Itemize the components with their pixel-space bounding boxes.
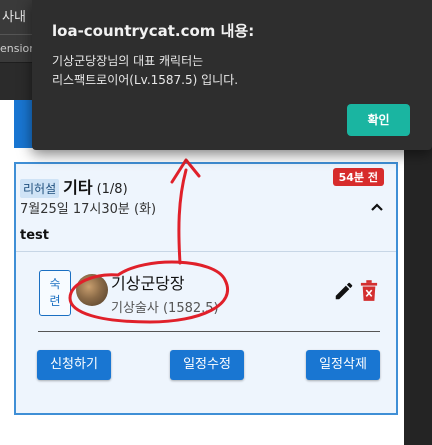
- divider: [16, 251, 396, 252]
- edit-schedule-button[interactable]: 일정수정: [170, 350, 244, 380]
- chevron-up-icon[interactable]: [370, 200, 384, 214]
- extension-label[interactable]: ension: [0, 42, 36, 55]
- member-class-level: 기상술사 (1582.5): [111, 301, 219, 316]
- alert-dialog: loa-countrycat.com 내용: 기상군당장님의 대표 캐릭터는 리…: [32, 0, 432, 150]
- apply-button[interactable]: 신청하기: [37, 350, 111, 380]
- participant-count: (1/8): [96, 182, 128, 197]
- dialog-message: 기상군당장님의 대표 캐릭터는 리스팩트로이어(Lv.1587.5) 입니다.: [52, 52, 238, 90]
- schedule-description: test: [20, 228, 49, 243]
- pencil-icon[interactable]: [333, 280, 355, 302]
- member-row: 숙련 기상군당장 기상술사 (1582.5): [36, 270, 381, 322]
- avatar: [76, 274, 108, 306]
- browser-tab[interactable]: 사내: [2, 6, 26, 25]
- role-badge: 숙련: [39, 270, 71, 316]
- member-divider: [38, 331, 380, 332]
- role-label: 숙련: [49, 277, 61, 308]
- schedule-card: 리허설 기타 (1/8) 54분 전 7월25일 17시30분 (화) test…: [14, 162, 398, 415]
- schedule-date: 7월25일 17시30분 (화): [20, 202, 157, 217]
- card-header: 리허설 기타 (1/8): [20, 174, 128, 198]
- dialog-message-line-1: 기상군당장님의 대표 캐릭터는: [52, 54, 204, 68]
- ok-button[interactable]: 확인: [347, 104, 410, 136]
- time-badge: 54분 전: [332, 168, 384, 186]
- delete-schedule-button[interactable]: 일정삭제: [306, 350, 380, 380]
- trash-icon[interactable]: [360, 280, 378, 302]
- dialog-title: loa-countrycat.com 내용:: [52, 22, 255, 40]
- card-title: 기타: [63, 178, 93, 197]
- category-tag: 리허설: [20, 179, 60, 198]
- dialog-message-line-2: 리스팩트로이어(Lv.1587.5) 입니다.: [52, 73, 239, 87]
- member-name[interactable]: 기상군당장: [111, 270, 185, 294]
